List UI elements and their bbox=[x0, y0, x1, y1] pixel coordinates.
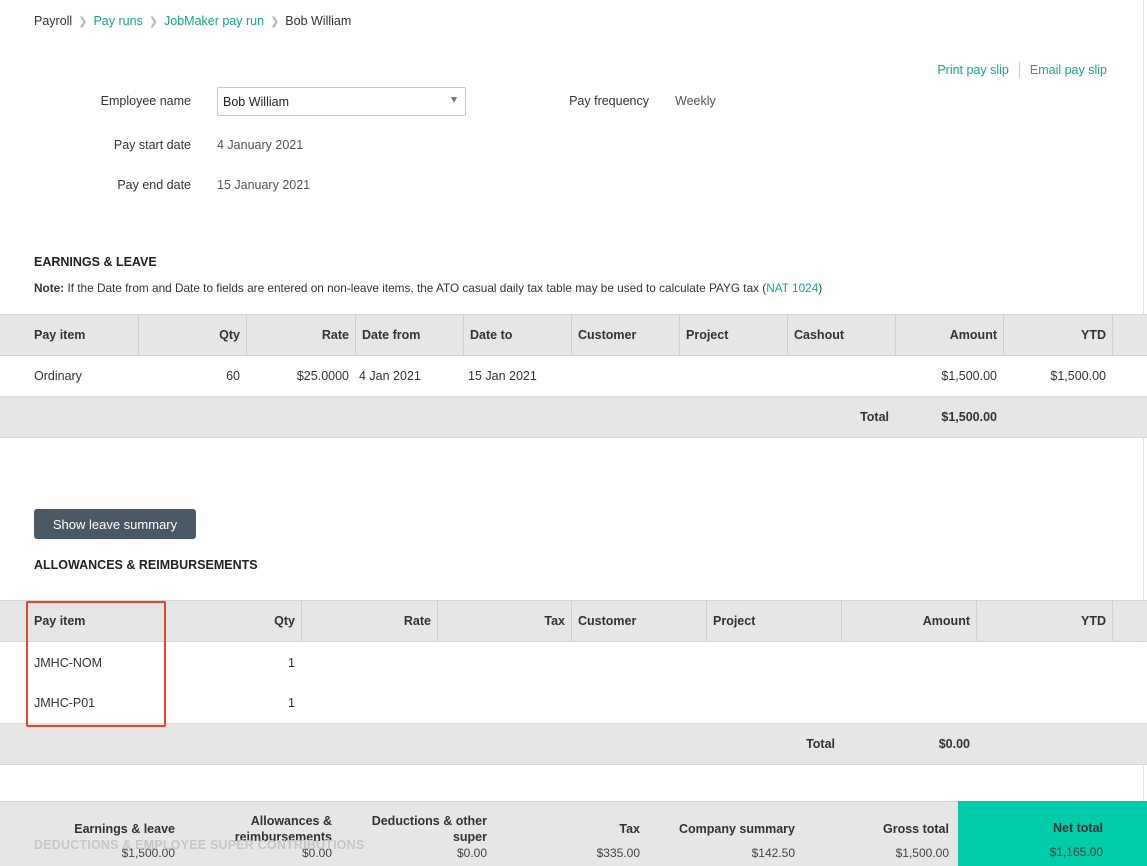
cell-ytd: $1,500.00 bbox=[1050, 369, 1106, 383]
total-label: Total bbox=[806, 737, 835, 751]
col-cashout: Cashout bbox=[787, 315, 895, 355]
cell-qty[interactable]: 60 bbox=[138, 356, 246, 396]
earnings-table-header: Pay item Qty Rate Date from Date to Cust… bbox=[0, 314, 1147, 356]
note-label: Note: bbox=[34, 281, 65, 295]
col-qty: Qty bbox=[274, 614, 295, 628]
summary-earnings: Earnings & leave $1,500.00 bbox=[0, 802, 175, 866]
summary-company-value: $142.50 bbox=[751, 846, 795, 860]
col-customer: Customer bbox=[571, 315, 679, 355]
summary-allowances: Allowances & reimbursements $0.00 bbox=[175, 802, 332, 866]
cell-amount: $1,500.00 bbox=[941, 369, 997, 383]
employee-name-value: Bob William bbox=[223, 94, 289, 109]
pay-start-date-value: 4 January 2021 bbox=[217, 138, 304, 152]
col-rate: Rate bbox=[246, 315, 355, 355]
summary-earnings-label: Earnings & leave bbox=[74, 822, 175, 836]
col-actions bbox=[1112, 601, 1147, 641]
pay-end-date-label: Pay end date bbox=[117, 178, 191, 192]
note-text: If the Date from and Date to fields are … bbox=[67, 281, 767, 295]
summary-company-label: Company summary bbox=[678, 822, 795, 836]
summary-gross: Gross total $1,500.00 bbox=[795, 802, 949, 866]
summary-net-label: Net total bbox=[1053, 821, 1103, 835]
summary-gross-label: Gross total bbox=[883, 822, 949, 836]
total-value: $1,500.00 bbox=[941, 410, 997, 424]
summary-net-value: $1,165.00 bbox=[1049, 845, 1103, 859]
col-ytd: YTD bbox=[976, 601, 1112, 641]
earnings-leave-title: EARNINGS & LEAVE bbox=[34, 255, 157, 269]
summary-tax-value: $335.00 bbox=[596, 846, 640, 860]
col-date-from: Date from bbox=[355, 315, 463, 355]
earnings-total-row: Total $1,500.00 bbox=[0, 397, 1147, 438]
show-leave-summary-button[interactable]: Show leave summary bbox=[34, 509, 196, 539]
col-qty: Qty bbox=[138, 315, 246, 355]
breadcrumb-current: Bob William bbox=[285, 14, 352, 28]
breadcrumb: Payroll ❯ Pay runs ❯ JobMaker pay run ❯ … bbox=[34, 14, 351, 28]
allowances-table-header: Pay item Qty Rate Tax Customer Project A… bbox=[0, 600, 1147, 642]
col-amount: Amount bbox=[841, 601, 976, 641]
col-date-to: Date to bbox=[463, 315, 571, 355]
breadcrumb-payroll[interactable]: Payroll bbox=[34, 14, 72, 28]
deductions-section-title: DEDUCTIONS & EMPLOYEE SUPER CONTRIBUTION… bbox=[34, 838, 365, 852]
dropdown-arrow-icon bbox=[451, 97, 457, 103]
chevron-right-icon: ❯ bbox=[270, 15, 280, 28]
chevron-right-icon: ❯ bbox=[148, 15, 158, 28]
col-amount: Amount bbox=[895, 315, 1003, 355]
pay-frequency-label: Pay frequency bbox=[569, 94, 649, 108]
allowances-total-row: Total $0.00 bbox=[0, 724, 1147, 765]
breadcrumb-pay-runs[interactable]: Pay runs bbox=[93, 14, 142, 28]
col-tax: Tax bbox=[437, 601, 571, 641]
col-actions bbox=[1112, 315, 1147, 355]
summary-company: Company summary $142.50 bbox=[640, 802, 795, 866]
employee-name-label: Employee name bbox=[100, 94, 191, 108]
summary-deductions-label-line2: super bbox=[452, 830, 487, 844]
cell-rate[interactable]: $25.0000 bbox=[246, 356, 355, 396]
cell-date-to[interactable]: 15 Jan 2021 bbox=[462, 356, 570, 396]
note-close: ) bbox=[818, 281, 823, 295]
email-pay-slip-link[interactable]: Email pay slip bbox=[1030, 63, 1107, 77]
cell-date-from[interactable]: 4 Jan 2021 bbox=[353, 356, 461, 396]
cell-pay-item[interactable]: Ordinary bbox=[28, 356, 138, 396]
pay-item-highlight-box bbox=[26, 601, 166, 727]
table-row[interactable]: Ordinary 60 $25.0000 4 Jan 2021 15 Jan 2… bbox=[0, 356, 1147, 397]
summary-deductions-value: $0.00 bbox=[456, 846, 487, 860]
employee-name-select[interactable]: Bob William bbox=[217, 87, 466, 116]
breadcrumb-jobmaker-pay-run[interactable]: JobMaker pay run bbox=[164, 14, 264, 28]
summary-tax-label: Tax bbox=[619, 822, 640, 836]
col-rate: Rate bbox=[301, 601, 437, 641]
summary-net-total: Net total $1,165.00 bbox=[958, 801, 1147, 866]
divider bbox=[1018, 62, 1020, 78]
col-ytd: YTD bbox=[1003, 315, 1112, 355]
cell-qty[interactable]: 1 bbox=[164, 683, 301, 723]
summary-tax: Tax $335.00 bbox=[487, 802, 640, 866]
pay-start-date-label: Pay start date bbox=[113, 138, 191, 152]
print-pay-slip-link[interactable]: Print pay slip bbox=[937, 63, 1009, 77]
summary-deductions-label-line1: Deductions & other bbox=[371, 814, 487, 828]
table-row[interactable]: JMHC-P01 1 bbox=[0, 683, 1147, 724]
payslip-actions: Print pay slip Email pay slip bbox=[937, 62, 1107, 78]
col-project: Project bbox=[706, 601, 841, 641]
col-pay-item: Pay item bbox=[34, 328, 86, 342]
chevron-right-icon: ❯ bbox=[78, 15, 88, 28]
earnings-note: Note: If the Date from and Date to field… bbox=[34, 281, 822, 295]
allowances-title: ALLOWANCES & REIMBURSEMENTS bbox=[34, 558, 258, 572]
table-row[interactable]: JMHC-NOM 1 bbox=[0, 643, 1147, 684]
nat-1024-link[interactable]: NAT 1024 bbox=[766, 281, 818, 295]
col-customer: Customer bbox=[571, 601, 706, 641]
summary-gross-value: $1,500.00 bbox=[895, 846, 949, 860]
summary-deductions-label: Deductions & other super bbox=[372, 813, 487, 845]
pay-frequency-value: Weekly bbox=[675, 94, 716, 108]
summary-allowances-label-line1: Allowances & bbox=[250, 814, 332, 828]
total-value: $0.00 bbox=[938, 737, 970, 751]
summary-deductions: Deductions & other super $0.00 bbox=[332, 802, 487, 866]
cell-qty[interactable]: 1 bbox=[164, 643, 301, 683]
col-project: Project bbox=[679, 315, 787, 355]
total-label: Total bbox=[860, 410, 889, 424]
pay-end-date-value: 15 January 2021 bbox=[217, 178, 311, 192]
